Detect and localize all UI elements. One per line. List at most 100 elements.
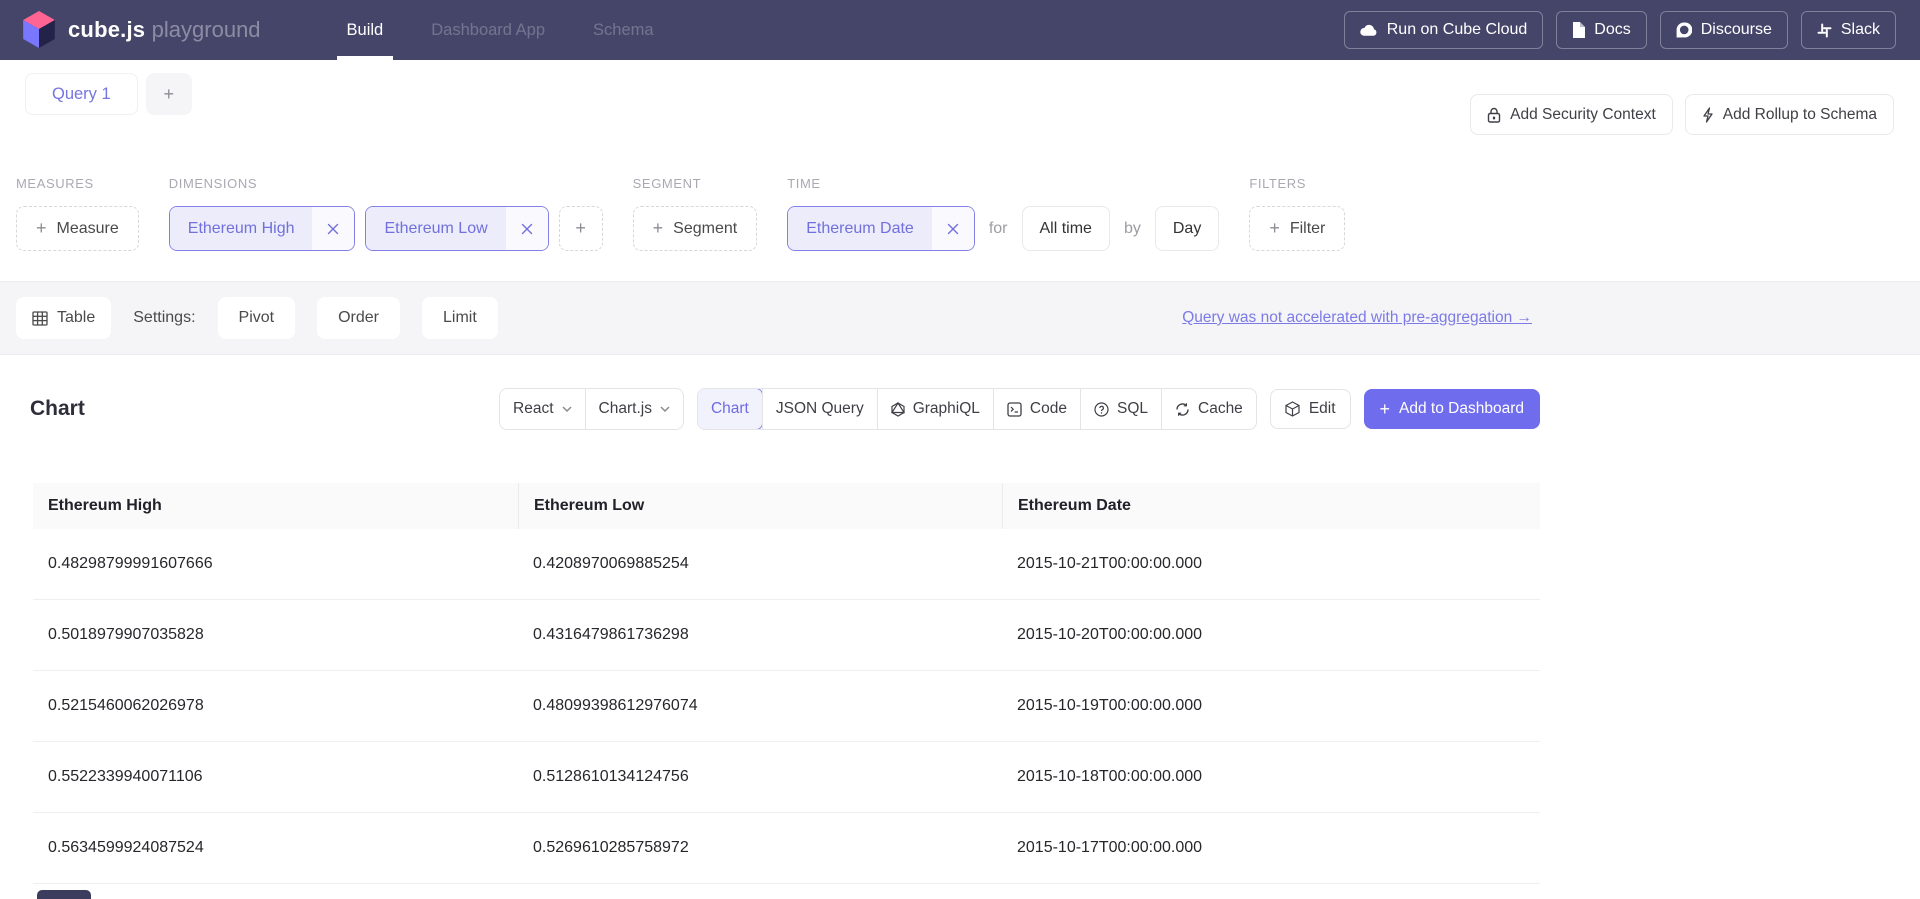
docs-label: Docs — [1594, 21, 1630, 39]
nav-tab-schema[interactable]: Schema — [569, 0, 678, 60]
add-rollup-to-schema-button[interactable]: Add Rollup to Schema — [1685, 94, 1894, 135]
time-chip-ethereum-date[interactable]: Ethereum Date — [787, 206, 975, 251]
navbar: cube.js playground Build Dashboard App S… — [0, 0, 1920, 60]
add-security-context-button[interactable]: Add Security Context — [1470, 94, 1673, 135]
plus-icon: + — [1269, 218, 1280, 239]
table-cell: 2015-10-19T00:00:00.000 — [1002, 697, 1540, 715]
add-dimension-button[interactable]: + — [559, 206, 603, 251]
add-filter-button[interactable]: + Filter — [1249, 206, 1345, 251]
time-label: TIME — [787, 176, 1219, 191]
table-type-button[interactable]: Table — [16, 297, 111, 339]
tab-code[interactable]: Code — [993, 389, 1080, 429]
plus-icon: + — [1380, 399, 1391, 420]
horizontal-scrollbar-thumb[interactable] — [37, 890, 91, 899]
filters-group: FILTERS + Filter — [1249, 176, 1345, 251]
remove-time-dimension-icon[interactable] — [932, 207, 974, 250]
tab-graphiql-label: GraphiQL — [913, 400, 980, 418]
plus-icon: + — [163, 84, 174, 105]
query-tab-row: Query 1 + Add Security Context Add Rollu… — [0, 60, 1920, 136]
run-on-cube-cloud-button[interactable]: Run on Cube Cloud — [1344, 11, 1544, 49]
add-security-context-label: Add Security Context — [1510, 106, 1656, 124]
table-cell: 0.5634599924087524 — [33, 839, 518, 857]
slack-icon — [1817, 23, 1832, 38]
slack-label: Slack — [1841, 21, 1880, 39]
discourse-button[interactable]: Discourse — [1660, 11, 1788, 49]
tab-code-label: Code — [1030, 400, 1067, 418]
table-grid-icon — [32, 311, 48, 326]
cloud-icon — [1360, 24, 1378, 37]
framework-label: React — [513, 400, 554, 418]
dimension-chip-ethereum-low[interactable]: Ethereum Low — [365, 206, 548, 251]
library-select[interactable]: Chart.js — [585, 389, 683, 429]
tab-sql-label: SQL — [1117, 400, 1148, 418]
add-to-dashboard-label: Add to Dashboard — [1399, 400, 1524, 418]
for-text: for — [985, 220, 1012, 238]
framework-select[interactable]: React — [500, 389, 585, 429]
remove-dimension-icon[interactable] — [506, 207, 548, 250]
table-cell: 0.5522339940071106 — [33, 768, 518, 786]
code-icon — [1007, 402, 1022, 417]
add-query-tab-button[interactable]: + — [146, 73, 192, 115]
table-cell: 2015-10-17T00:00:00.000 — [1002, 839, 1540, 857]
add-segment-label: Segment — [673, 220, 737, 238]
date-range-button[interactable]: All time — [1022, 206, 1110, 251]
dimensions-label: DIMENSIONS — [169, 176, 603, 191]
preaggregation-link[interactable]: Query was not accelerated with pre-aggre… — [1182, 309, 1532, 327]
measures-label: MEASURES — [16, 176, 139, 191]
column-header-ethereum-low[interactable]: Ethereum Low — [518, 483, 1002, 529]
run-on-cube-cloud-label: Run on Cube Cloud — [1387, 21, 1528, 39]
brand-name: cube.js — [68, 17, 145, 42]
table-cell: 2015-10-21T00:00:00.000 — [1002, 555, 1540, 573]
refresh-icon — [1175, 402, 1190, 417]
table-type-label: Table — [57, 309, 95, 327]
tab-json-query[interactable]: JSON Query — [762, 389, 877, 429]
cubejs-logo-icon — [22, 11, 56, 49]
nav-tab-dashboard-app[interactable]: Dashboard App — [407, 0, 569, 60]
add-filter-label: Filter — [1290, 220, 1326, 238]
by-text: by — [1120, 220, 1145, 238]
add-to-dashboard-button[interactable]: + Add to Dashboard — [1364, 389, 1540, 429]
order-button[interactable]: Order — [317, 297, 400, 339]
nav-tab-build[interactable]: Build — [323, 0, 408, 60]
column-header-ethereum-high[interactable]: Ethereum High — [33, 483, 518, 529]
table-cell: 0.4316479861736298 — [518, 626, 1002, 644]
tab-graphiql[interactable]: GraphiQL — [877, 389, 993, 429]
framework-library-selects: React Chart.js — [499, 388, 684, 430]
tab-chart[interactable]: Chart — [697, 388, 763, 430]
plus-icon: + — [653, 218, 664, 239]
table-cell: 2015-10-20T00:00:00.000 — [1002, 626, 1540, 644]
table-cell: 0.48298799991607666 — [33, 555, 518, 573]
remove-dimension-icon[interactable] — [312, 207, 354, 250]
time-group: TIME Ethereum Date for All time by Day — [787, 176, 1219, 251]
tab-query-1[interactable]: Query 1 — [25, 73, 138, 115]
dimension-chip-ethereum-high[interactable]: Ethereum High — [169, 206, 356, 251]
slack-button[interactable]: Slack — [1801, 11, 1896, 49]
docs-button[interactable]: Docs — [1556, 11, 1646, 49]
column-header-ethereum-date[interactable]: Ethereum Date — [1002, 483, 1540, 529]
measures-group: MEASURES + Measure — [16, 176, 139, 251]
add-segment-button[interactable]: + Segment — [633, 206, 758, 251]
query-builder: MEASURES + Measure DIMENSIONS Ethereum H… — [0, 136, 1920, 281]
dimensions-group: DIMENSIONS Ethereum High Ethereum Low + — [169, 176, 603, 251]
limit-button[interactable]: Limit — [422, 297, 498, 339]
plus-icon: + — [575, 218, 586, 239]
edit-button[interactable]: Edit — [1270, 389, 1351, 429]
lock-icon — [1487, 107, 1501, 123]
chip-label: Ethereum Low — [366, 207, 505, 250]
table-cell: 0.5215460062026978 — [33, 697, 518, 715]
add-rollup-to-schema-label: Add Rollup to Schema — [1723, 106, 1877, 124]
table-body: 0.482987999916076660.4208970069885254201… — [33, 529, 1540, 884]
granularity-button[interactable]: Day — [1155, 206, 1219, 251]
table-cell: 0.5128610134124756 — [518, 768, 1002, 786]
pivot-button[interactable]: Pivot — [218, 297, 296, 339]
add-measure-button[interactable]: + Measure — [16, 206, 139, 251]
tab-cache[interactable]: Cache — [1161, 389, 1256, 429]
table-header-row: Ethereum High Ethereum Low Ethereum Date — [33, 483, 1540, 529]
brand[interactable]: cube.js playground — [22, 11, 261, 49]
granularity-label: Day — [1173, 220, 1201, 238]
table-cell: 0.48099398612976074 — [518, 697, 1002, 715]
chevron-down-icon — [660, 406, 670, 412]
date-range-label: All time — [1040, 220, 1092, 238]
tab-sql[interactable]: SQL — [1080, 389, 1161, 429]
edit-label: Edit — [1309, 400, 1336, 418]
